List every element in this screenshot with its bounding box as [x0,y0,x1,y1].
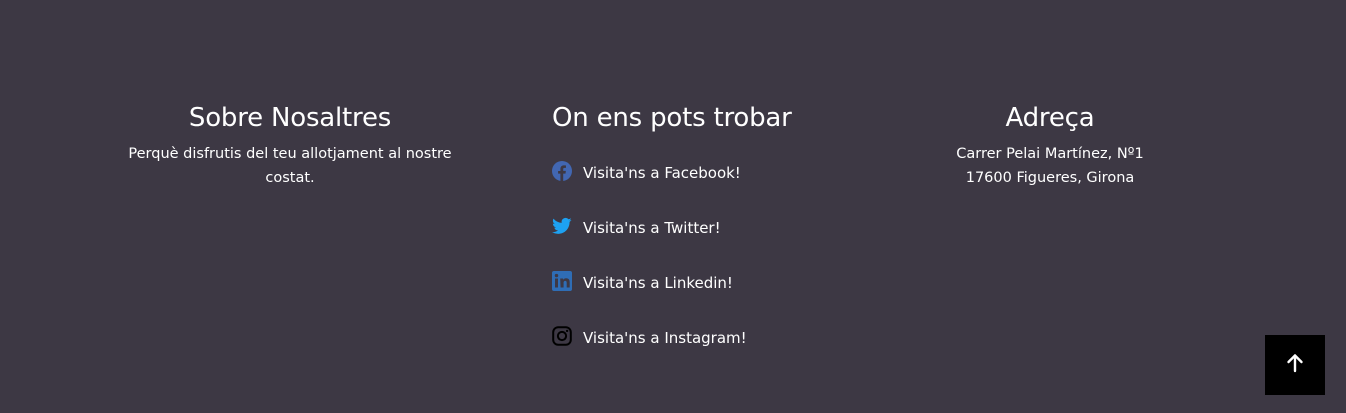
address-text: Carrer Pelai Martínez, Nº1 17600 Figuere… [900,142,1200,190]
address-line2: 17600 Figueres, Girona [965,170,1135,186]
twitter-link-label: Visita'ns a Twitter! [583,219,721,237]
twitter-icon [552,216,572,236]
social-links-list: Visita'ns a Facebook! Visita'ns a Twitte… [552,158,882,353]
facebook-link[interactable]: Visita'ns a Facebook! [552,158,882,188]
social-title: On ens pots trobar [552,103,792,133]
linkedin-icon [552,271,572,291]
address-section: Adreça Carrer Pelai Martínez, Nº1 17600 … [900,100,1200,190]
about-text-line2: costat. [265,170,315,186]
instagram-link-label: Visita'ns a Instagram! [583,329,747,347]
linkedin-link[interactable]: Visita'ns a Linkedin! [552,268,882,298]
address-line1: Carrer Pelai Martínez, Nº1 [956,146,1144,162]
about-text: Perquè disfrutis del teu allotjament al … [110,142,470,190]
address-title: Adreça [1005,103,1095,133]
instagram-icon [552,326,572,346]
facebook-link-label: Visita'ns a Facebook! [583,164,741,182]
instagram-link[interactable]: Visita'ns a Instagram! [552,323,882,353]
twitter-link[interactable]: Visita'ns a Twitter! [552,213,882,243]
about-title: Sobre Nosaltres [188,103,392,133]
linkedin-link-label: Visita'ns a Linkedin! [583,274,733,292]
about-section: Sobre Nosaltres Perquè disfrutis del teu… [110,100,470,190]
social-section: On ens pots trobar Visita'ns a Facebook! [552,100,882,378]
arrow-up-icon [1285,353,1305,377]
about-text-line1: Perquè disfrutis del teu allotjament al … [128,146,452,162]
scroll-to-top-button[interactable] [1265,335,1325,395]
facebook-icon [552,161,572,181]
site-footer: Sobre Nosaltres Perquè disfrutis del teu… [0,0,1346,413]
